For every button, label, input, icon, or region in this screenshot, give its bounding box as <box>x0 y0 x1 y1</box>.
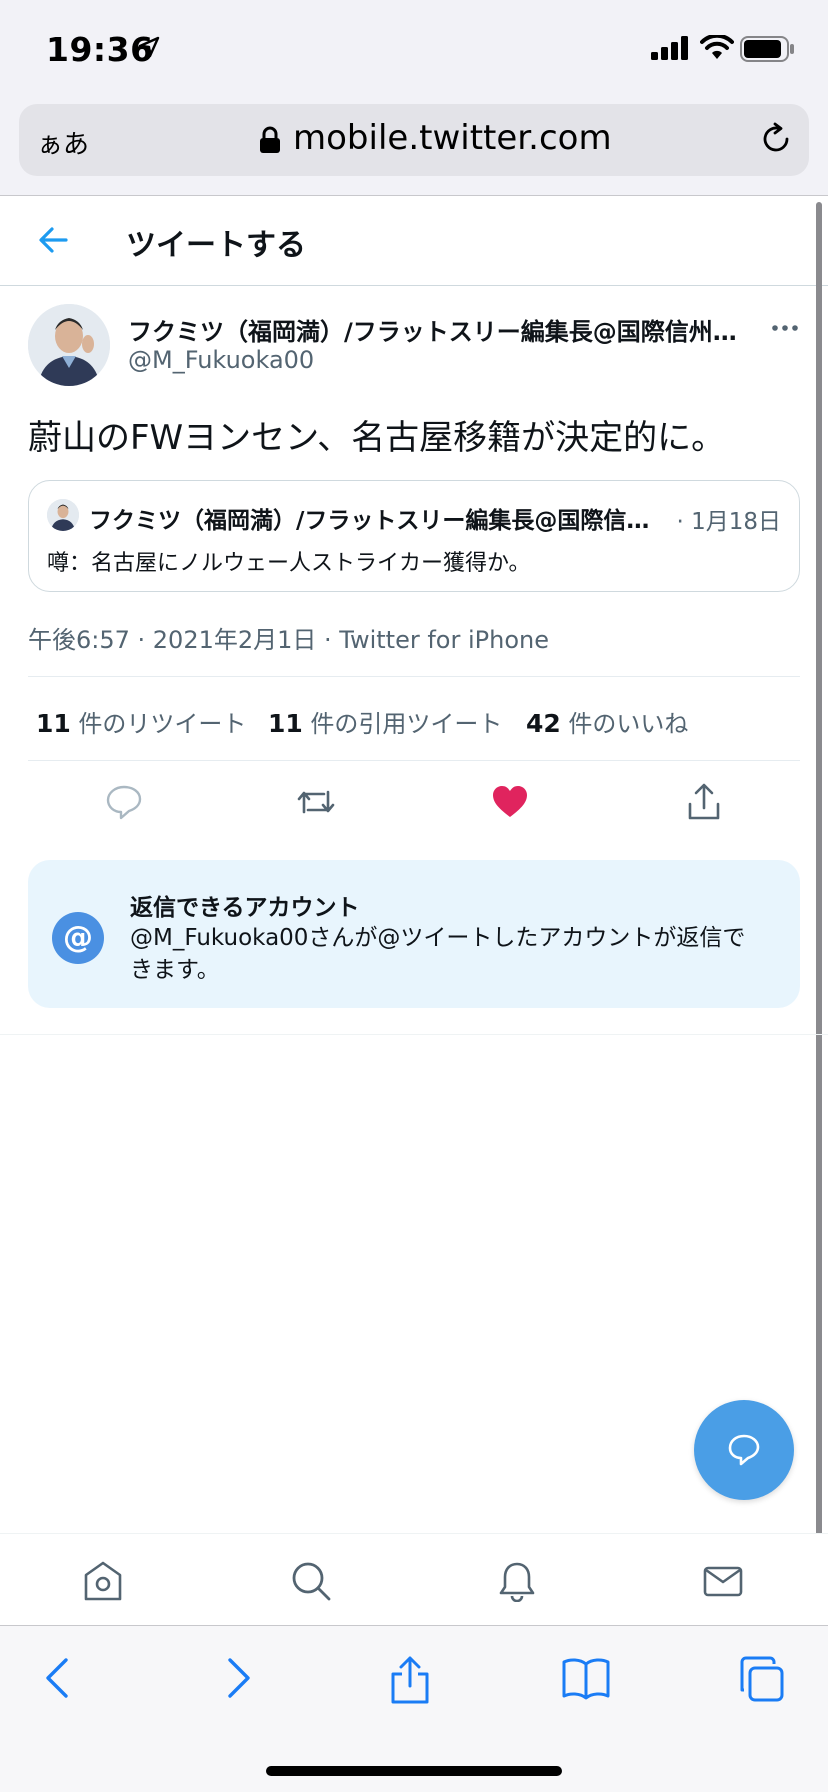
retweet-icon[interactable] <box>296 782 336 822</box>
tweet-timestamp[interactable]: 午後6:57 · 2021年2月1日 · Twitter for iPhone <box>28 620 549 655</box>
url-text[interactable]: mobile.twitter.com <box>293 118 612 158</box>
divider <box>28 676 800 677</box>
author-avatar[interactable] <box>28 304 110 386</box>
page-scrollbar[interactable] <box>816 202 822 1562</box>
search-icon[interactable] <box>290 1560 332 1602</box>
back-arrow-icon[interactable] <box>34 220 74 260</box>
tabs-icon[interactable] <box>738 1656 784 1702</box>
reload-icon[interactable] <box>759 122 793 160</box>
share-sheet-icon[interactable] <box>388 1656 432 1704</box>
likes-stat[interactable]: 42 件のいいね <box>526 704 688 739</box>
reply-bubble-icon <box>728 1434 760 1466</box>
reply-restriction-notice: @ 返信できるアカウント @M_Fukuoka00さんが@ツイートしたアカウント… <box>28 860 800 1008</box>
bell-icon[interactable] <box>496 1560 538 1603</box>
page-header: ツイートする <box>0 196 828 286</box>
divider <box>0 1034 828 1035</box>
mail-icon[interactable] <box>702 1560 744 1602</box>
tweet-author-name[interactable]: フクミツ（福岡満）/フラットスリー編集長@国際信州… <box>128 312 738 347</box>
like-heart-icon[interactable] <box>490 782 530 822</box>
retweets-stat[interactable]: 11 件のリツイート <box>36 704 246 739</box>
quoted-author-name: フクミツ（福岡満）/フラットスリー編集長@国際信… <box>89 508 650 534</box>
reply-restriction-title: 返信できるアカウント <box>130 895 360 921</box>
divider <box>28 760 800 761</box>
status-bar: 19:36 <box>0 0 828 98</box>
quotes-stat[interactable]: 11 件の引用ツイート <box>268 704 502 739</box>
likes-label: 件のいいね <box>560 710 689 738</box>
share-icon[interactable] <box>684 782 724 822</box>
cellular-signal-icon <box>651 36 691 64</box>
bookmarks-icon[interactable] <box>562 1656 610 1700</box>
tweet-author-handle[interactable]: @M_Fukuoka00 <box>128 346 314 374</box>
quotes-count: 11 <box>268 709 303 738</box>
home-icon[interactable] <box>82 1560 124 1602</box>
retweets-label: 件のリツイート <box>70 710 247 738</box>
reply-restriction-description: @M_Fukuoka00さんが@ツイートしたアカウントが返信できます。 <box>130 925 746 983</box>
page-title: ツイートする <box>126 228 306 263</box>
reply-icon[interactable] <box>104 782 144 822</box>
quoted-date: · 1月18日 <box>676 509 781 535</box>
address-bar[interactable]: ぁあ mobile.twitter.com <box>19 104 809 176</box>
likes-count: 42 <box>526 709 561 738</box>
battery-icon <box>740 36 796 66</box>
browser-address-area: ぁあ mobile.twitter.com <box>0 98 828 196</box>
location-arrow-icon <box>138 36 160 62</box>
compose-reply-button[interactable] <box>694 1400 794 1500</box>
quoted-text: 噂：名古屋にノルウェー人ストライカー獲得か。 <box>47 551 531 576</box>
twitter-bottom-nav <box>0 1533 828 1625</box>
at-sign-icon: @ <box>52 912 104 964</box>
quoted-tweet[interactable]: フクミツ（福岡満）/フラットスリー編集長@国際信… · 1月18日 噂：名古屋に… <box>28 480 800 592</box>
forward-icon[interactable] <box>216 1656 260 1700</box>
retweets-count: 11 <box>36 709 71 738</box>
more-options-icon[interactable] <box>770 318 800 338</box>
text-size-button[interactable]: ぁあ <box>37 124 89 161</box>
home-indicator <box>266 1766 562 1776</box>
quoted-author-avatar <box>47 499 79 531</box>
tweet-text: 蔚山のFWヨンセン、名古屋移籍が決定的に。 <box>28 418 726 458</box>
back-icon[interactable] <box>38 1656 82 1700</box>
quotes-label: 件の引用ツイート <box>302 710 503 738</box>
wifi-icon <box>700 33 734 65</box>
lock-icon <box>259 126 281 158</box>
